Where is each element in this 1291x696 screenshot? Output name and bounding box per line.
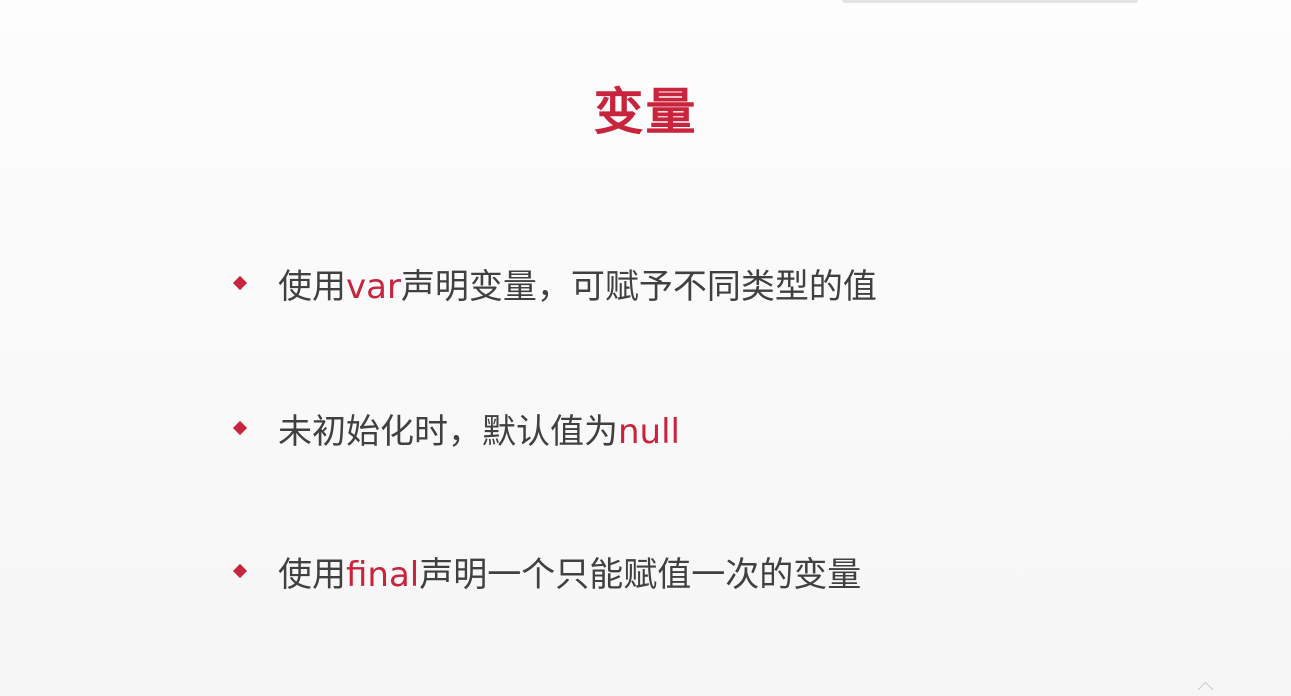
bullet-text-after: 声明变量，可赋予不同类型的值 xyxy=(400,266,877,307)
bullet-text-before: 未初始化时，默认值为 xyxy=(278,411,618,452)
diamond-bullet-icon xyxy=(232,275,248,291)
bullet-keyword: var xyxy=(346,266,401,307)
slide-title: 变量 xyxy=(593,83,698,141)
bullet-item-null: 未初始化时，默认值为null xyxy=(232,403,680,453)
bullet-keyword: final xyxy=(346,554,420,595)
top-window-edge xyxy=(842,0,1138,3)
diamond-bullet-icon xyxy=(232,563,248,579)
bullet-item-var: 使用var声明变量，可赋予不同类型的值 xyxy=(232,258,877,308)
slide: 变量 使用var声明变量，可赋予不同类型的值 未初始化时，默认值为null 使用… xyxy=(0,0,1291,696)
bullet-keyword: null xyxy=(618,411,680,452)
bullet-text-after: 声明一个只能赋值一次的变量 xyxy=(419,554,862,595)
diamond-bullet-icon xyxy=(232,420,248,436)
bullet-text-before: 使用 xyxy=(278,554,346,595)
bullet-item-final: 使用final声明一个只能赋值一次的变量 xyxy=(232,546,861,596)
bullet-text: 未初始化时，默认值为null xyxy=(278,404,680,453)
bullet-text: 使用final声明一个只能赋值一次的变量 xyxy=(278,547,861,596)
bullet-text-before: 使用 xyxy=(278,266,346,307)
cursor-hint-icon xyxy=(1197,681,1214,696)
bullet-text: 使用var声明变量，可赋予不同类型的值 xyxy=(278,259,877,308)
